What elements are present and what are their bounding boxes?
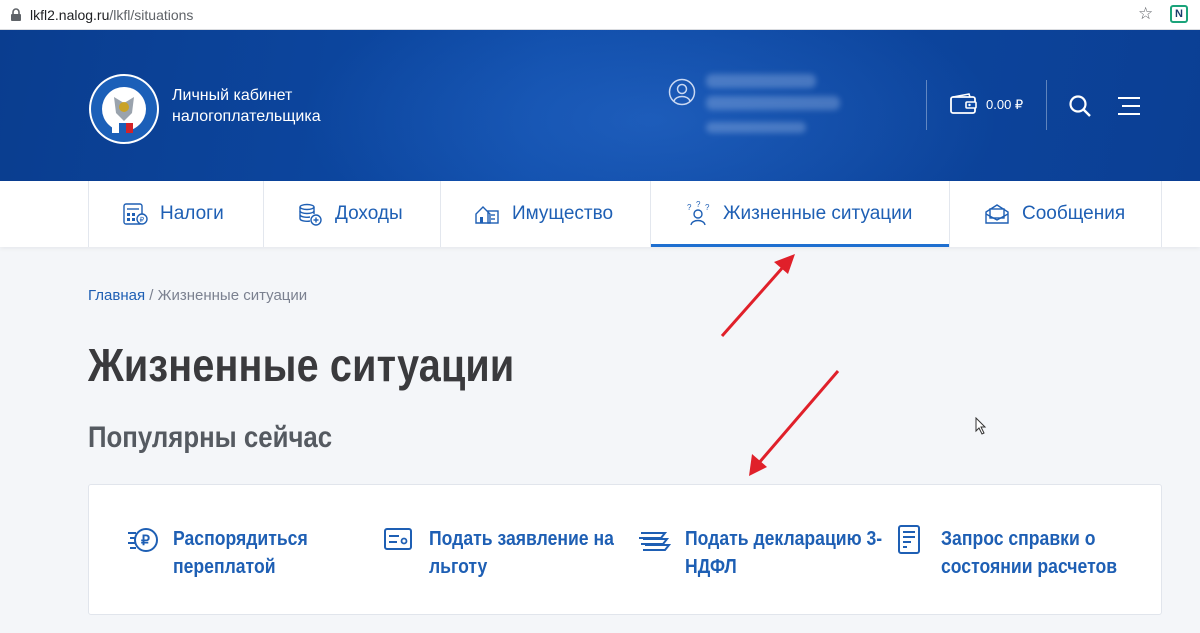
svg-text:?: ?	[687, 203, 692, 212]
popular-item-label: Подать декларацию 3- НДФЛ	[685, 528, 883, 578]
annotation-arrow-to-tab	[720, 254, 795, 337]
tab-property[interactable]: Имущество	[440, 181, 650, 247]
mouse-cursor-icon	[975, 417, 987, 435]
site-header: Личный кабинет налогоплательщика 0.00 ₽	[0, 30, 1200, 181]
messages-icon	[985, 204, 1009, 224]
user-name-redacted	[706, 74, 816, 88]
popular-situations-card: ₽ Распорядиться переплатой Подать заявлен…	[88, 484, 1162, 615]
popular-item-label: Запрос справки о состоянии расчетов	[941, 528, 1118, 578]
breadcrumb: Главная / Жизненные ситуации	[88, 287, 307, 304]
popular-item-label: Подать заявление на льготу	[429, 528, 614, 578]
svg-text:₽: ₽	[141, 532, 150, 548]
lock-icon	[11, 8, 21, 21]
account-balance[interactable]: 0.00 ₽	[986, 97, 1023, 113]
breadcrumb-separator: /	[145, 287, 158, 304]
life-situations-icon: ? ? ?	[687, 201, 710, 226]
extension-icon[interactable]: N	[1170, 5, 1188, 23]
taxes-icon: ₽	[123, 203, 148, 225]
page-title: Жизненные ситуации	[88, 339, 515, 391]
svg-text:?: ?	[696, 201, 701, 209]
brand-title[interactable]: Личный кабинет налогоплательщика	[172, 85, 321, 127]
tab-life-situations[interactable]: ? ? ? Жизненные ситуации	[650, 181, 949, 247]
address-url[interactable]: lkfl2.nalog.ru/lkfl/situations	[30, 7, 193, 23]
divider	[1046, 80, 1047, 130]
tab-messages-label: Сообщения	[1022, 203, 1126, 224]
ruble-overpayment-icon: ₽	[128, 528, 158, 552]
divider	[926, 80, 927, 130]
hamburger-menu-icon[interactable]	[1118, 96, 1140, 116]
tab-property-label: Имущество	[512, 203, 614, 224]
declaration-icon	[639, 532, 671, 551]
benefit-application-icon	[384, 528, 412, 550]
user-inn-redacted	[706, 122, 806, 133]
tab-taxes-label: Налоги	[160, 203, 224, 224]
tab-taxes[interactable]: ₽ Налоги	[88, 181, 263, 247]
tab-income[interactable]: Доходы	[263, 181, 440, 247]
tab-messages[interactable]: Сообщения	[949, 181, 1162, 247]
browser-address-bar[interactable]: lkfl2.nalog.ru/lkfl/situations ☆ N	[0, 0, 1200, 30]
breadcrumb-home-link[interactable]: Главная	[88, 287, 145, 304]
breadcrumb-current: Жизненные ситуации	[157, 287, 308, 304]
popular-item-label: Распорядиться переплатой	[173, 528, 308, 578]
user-avatar-icon[interactable]	[668, 78, 696, 106]
section-title-popular: Популярны сейчас	[88, 421, 333, 454]
tab-life-situations-label: Жизненные ситуации	[723, 203, 913, 224]
main-nav: ₽ Налоги Доходы Имущество ? ? ? Жизненны…	[0, 181, 1200, 247]
certificate-request-icon	[898, 525, 920, 554]
property-icon	[475, 206, 499, 224]
wallet-icon[interactable]	[950, 93, 978, 115]
income-coins-icon	[299, 203, 322, 226]
user-name-redacted-2	[706, 96, 840, 110]
search-icon[interactable]	[1068, 94, 1092, 118]
svg-text:₽: ₽	[140, 216, 145, 224]
bookmark-star-icon[interactable]: ☆	[1138, 4, 1153, 24]
annotation-arrow-to-declaration	[749, 370, 840, 476]
fns-emblem-logo[interactable]	[88, 73, 160, 145]
svg-text:?: ?	[705, 203, 710, 212]
tab-income-label: Доходы	[335, 203, 403, 224]
